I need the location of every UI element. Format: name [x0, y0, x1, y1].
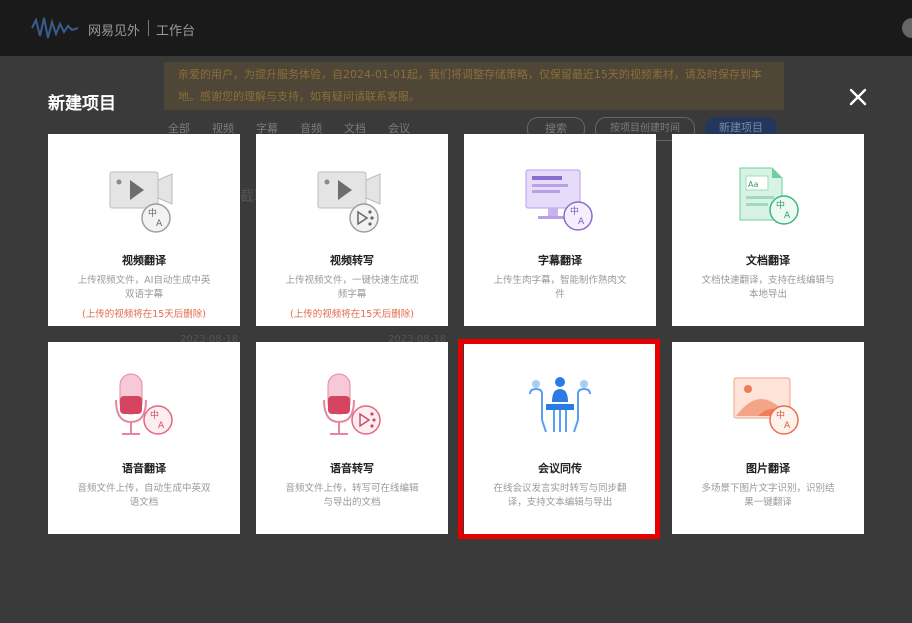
svg-text:A: A	[578, 217, 585, 227]
modal-title: 新建项目	[48, 94, 116, 114]
card-audio-translate[interactable]: 中 A 语音翻译 音频文件上传，自动生成中英双语文档	[48, 342, 240, 534]
card-description: 上传生肉字幕，智能制作熟肉文件	[493, 275, 627, 300]
svg-text:中: 中	[776, 199, 785, 211]
card-title: 视频转写	[330, 254, 374, 267]
workbench-link[interactable]: 工作台	[156, 20, 195, 39]
card-description: 上传视频文件，一键快速生成视频字幕	[285, 275, 419, 300]
svg-text:A: A	[156, 219, 163, 229]
card-title: 图片翻译	[746, 462, 790, 475]
top-bar: 网易见外 工作台	[0, 0, 912, 56]
svg-text:中: 中	[570, 205, 579, 217]
card-note: (上传的视频将在15天后删除)	[81, 309, 206, 320]
meeting-interpret-icon	[529, 377, 591, 433]
logo-icon	[31, 17, 79, 39]
card-video-translate[interactable]: 中 A 视频翻译 上传视频文件，AI自动生成中英双语字幕 (上传的视频将在15天…	[48, 134, 240, 326]
card-description: 上传视频文件，AI自动生成中英双语字幕	[77, 275, 211, 300]
divider	[148, 20, 149, 36]
card-document-translate[interactable]: Aa 中 A 文档翻译 文档快速翻译，支持在线编辑与本地导出	[672, 134, 864, 326]
card-title: 视频翻译	[122, 254, 166, 267]
card-description: 多场景下图片文字识别，识别结果一键翻译	[701, 483, 835, 508]
audio-transcribe-icon	[323, 373, 381, 435]
avatar[interactable]	[902, 18, 912, 38]
document-translate-icon: Aa 中 A	[739, 167, 799, 225]
svg-text:中: 中	[148, 207, 157, 219]
card-meeting-interpret[interactable]: 会议同传 在线会议发言实时转写与同步翻译，支持文本编辑与导出	[464, 342, 656, 534]
card-title: 语音转写	[330, 462, 374, 475]
card-description: 在线会议发言实时转写与同步翻译，支持文本编辑与导出	[493, 483, 627, 508]
card-note: (上传的视频将在15天后删除)	[289, 309, 414, 320]
svg-text:中: 中	[150, 409, 159, 421]
card-video-transcribe[interactable]: 视频转写 上传视频文件，一键快速生成视频字幕 (上传的视频将在15天后删除)	[256, 134, 448, 326]
card-description: 音频文件上传，转写可在线编辑与导出的文档	[285, 483, 419, 508]
card-subtitle-translate[interactable]: 中 A 字幕翻译 上传生肉字幕，智能制作熟肉文件	[464, 134, 656, 326]
brand-name[interactable]: 网易见外	[88, 20, 140, 39]
svg-text:A: A	[784, 421, 791, 431]
card-audio-transcribe[interactable]: 语音转写 音频文件上传，转写可在线编辑与导出的文档	[256, 342, 448, 534]
svg-text:A: A	[158, 421, 165, 431]
card-title: 字幕翻译	[538, 254, 582, 267]
subtitle-translate-icon: 中 A	[525, 169, 593, 231]
card-title: 文档翻译	[746, 254, 790, 267]
svg-text:Aa: Aa	[748, 180, 758, 189]
close-icon[interactable]	[846, 85, 870, 109]
image-translate-icon: 中 A	[733, 377, 799, 435]
video-transcribe-icon	[317, 171, 381, 233]
svg-text:A: A	[784, 211, 791, 221]
audio-translate-icon: 中 A	[115, 373, 173, 435]
svg-text:中: 中	[776, 409, 785, 421]
card-description: 音频文件上传，自动生成中英双语文档	[77, 483, 211, 508]
card-title: 会议同传	[538, 462, 582, 475]
card-title: 语音翻译	[122, 462, 166, 475]
card-image-translate[interactable]: 中 A 图片翻译 多场景下图片文字识别，识别结果一键翻译	[672, 342, 864, 534]
card-description: 文档快速翻译，支持在线编辑与本地导出	[701, 275, 835, 300]
video-translate-icon: 中 A	[109, 171, 173, 233]
background-notice: 亲爱的用户，为提升服务体验，自2024-01-01起，我们将调整存储策略，仅保留…	[164, 62, 784, 110]
